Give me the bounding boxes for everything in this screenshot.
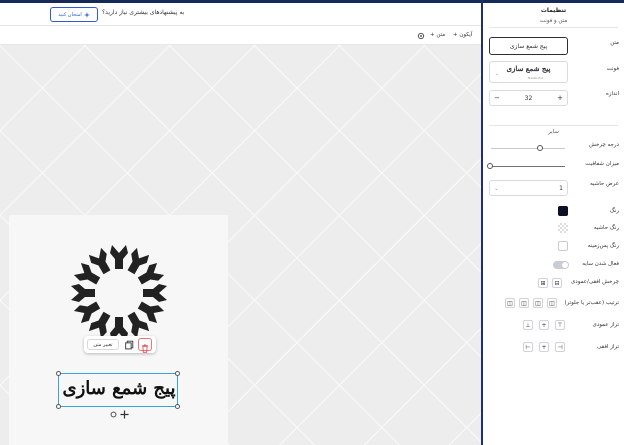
align-icon: ⊥: [525, 321, 531, 329]
chevron-down-icon: ⌄: [494, 184, 500, 192]
opacity-slider[interactable]: [487, 163, 565, 169]
try-it-label: امتحان کنید: [58, 11, 82, 18]
font-label: فونت: [606, 66, 619, 72]
resize-handle-tl[interactable]: [56, 371, 61, 376]
text-input[interactable]: پیج شمع سازی: [489, 37, 568, 55]
layer-order-icon: ◫: [535, 299, 541, 307]
shadow-label: فعال شدن سایه: [582, 261, 619, 267]
align-middle-button[interactable]: +: [539, 320, 549, 330]
text-color-swatch[interactable]: [558, 206, 568, 216]
align-icon: +: [541, 343, 547, 351]
bg-color-swatch[interactable]: [558, 241, 568, 251]
flip-icon: ⊟: [554, 279, 560, 287]
move-icon[interactable]: [120, 410, 129, 419]
bring-forward-button[interactable]: ◫: [533, 298, 543, 308]
align-left-button[interactable]: ⊢: [523, 342, 533, 352]
layer-order-icon: ◫: [507, 299, 513, 307]
stroke-color-swatch[interactable]: [558, 223, 568, 233]
align-bottom-button[interactable]: ⊥: [523, 320, 533, 330]
layer-order-icon: ◫: [521, 299, 527, 307]
section-other: سایر: [548, 129, 559, 135]
flip-vertical-button[interactable]: ⊟: [552, 278, 562, 288]
color-label: رنگ: [609, 208, 619, 214]
bg-color-label: رنگ پس‌زمینه: [587, 243, 619, 249]
section-text-font: متن و فونت: [539, 18, 568, 24]
size-value[interactable]: 32: [525, 95, 533, 102]
layer-order-icon: ◫: [549, 299, 555, 307]
flip-icon: ⊞: [540, 279, 546, 287]
divider: [0, 25, 482, 26]
rotation-slider[interactable]: [491, 145, 565, 151]
canvas-toolbar: + آیکون + متن: [0, 27, 482, 45]
selected-text[interactable]: پیج شمع سازی: [59, 378, 179, 399]
align-center-button[interactable]: +: [539, 342, 549, 352]
flip-label: چرخش افقی/عمودی: [570, 279, 619, 285]
font-select[interactable]: پیج شمع سازی Naskh-Ext ⌄: [489, 61, 568, 83]
stroke-width-input[interactable]: ⌄ 1: [489, 180, 568, 196]
font-name: Naskh-Ext: [528, 76, 544, 80]
minus-icon[interactable]: −: [494, 94, 500, 102]
try-it-button[interactable]: امتحان کنید: [50, 7, 98, 22]
selected-text-box[interactable]: پیج شمع سازی: [56, 371, 180, 409]
logo-graphic[interactable]: [56, 243, 182, 343]
align-icon: ⊢: [525, 343, 531, 351]
order-label: ترتیب (عقب‌تر یا جلوتر): [564, 300, 619, 306]
plus-icon[interactable]: +: [557, 94, 563, 102]
align-right-button[interactable]: ⊣: [555, 342, 565, 352]
gear-icon[interactable]: [417, 32, 425, 40]
opacity-knob[interactable]: [487, 163, 493, 169]
flip-horizontal-button[interactable]: ⊞: [538, 278, 548, 288]
stroke-width-value: 1: [559, 184, 563, 192]
divider: [489, 27, 618, 28]
rotate-icon[interactable]: [110, 411, 117, 418]
size-stepper: − 32 +: [489, 90, 568, 106]
delete-button[interactable]: [138, 338, 152, 353]
rotation-label: درجه چرخش: [588, 142, 619, 148]
align-top-button[interactable]: ⊤: [555, 320, 565, 330]
suggestion-bar: به پیشنهادهای بیشتری نیاز دارید؟ امتحان …: [0, 3, 482, 25]
resize-handle-bl[interactable]: [56, 404, 61, 409]
suggestion-text: به پیشنهادهای بیشتری نیاز دارید؟: [102, 9, 185, 16]
send-backward-button[interactable]: ◫: [519, 298, 529, 308]
resize-handle-tr[interactable]: [175, 371, 180, 376]
stroke-color-label: رنگ حاشیه: [593, 225, 619, 231]
bring-to-front-button[interactable]: ◫: [547, 298, 557, 308]
add-icon-button[interactable]: + آیکون: [453, 32, 472, 38]
add-text-label: متن: [436, 32, 446, 38]
halign-label: تراز افقی: [596, 344, 619, 350]
font-preview: پیج شمع سازی: [506, 64, 551, 73]
align-icon: ⊤: [557, 321, 563, 329]
align-icon: +: [541, 321, 547, 329]
add-icon-label: آیکون: [459, 32, 473, 38]
text-label: متن: [610, 40, 619, 46]
resize-handle-br[interactable]: [175, 404, 180, 409]
panel-title: تنظیمات: [540, 7, 567, 14]
size-label: اندازه: [605, 91, 619, 97]
chevron-down-icon: ⌄: [495, 71, 500, 77]
copy-icon[interactable]: [124, 339, 135, 350]
rotation-knob[interactable]: [537, 145, 543, 151]
settings-panel: تنظیمات متن و فونت متن پیج شمع سازی فونت…: [483, 3, 624, 445]
change-text-button[interactable]: تغییر متن: [87, 339, 119, 350]
editor-area: به پیشنهادهای بیشتری نیاز دارید؟ امتحان …: [0, 3, 482, 445]
shadow-toggle[interactable]: [553, 261, 569, 269]
add-text-button[interactable]: + متن: [430, 32, 445, 38]
stroke-width-label: عرض حاشیه: [589, 181, 619, 187]
divider: [489, 125, 618, 126]
trash-icon: [142, 344, 148, 353]
context-menu: تغییر متن: [84, 336, 156, 353]
sparkle-icon: [83, 11, 90, 18]
align-icon: ⊣: [557, 343, 563, 351]
send-to-back-button[interactable]: ◫: [505, 298, 515, 308]
opacity-label: میزان شفافیت: [585, 161, 619, 167]
valign-label: تراز عمودی: [592, 322, 619, 328]
